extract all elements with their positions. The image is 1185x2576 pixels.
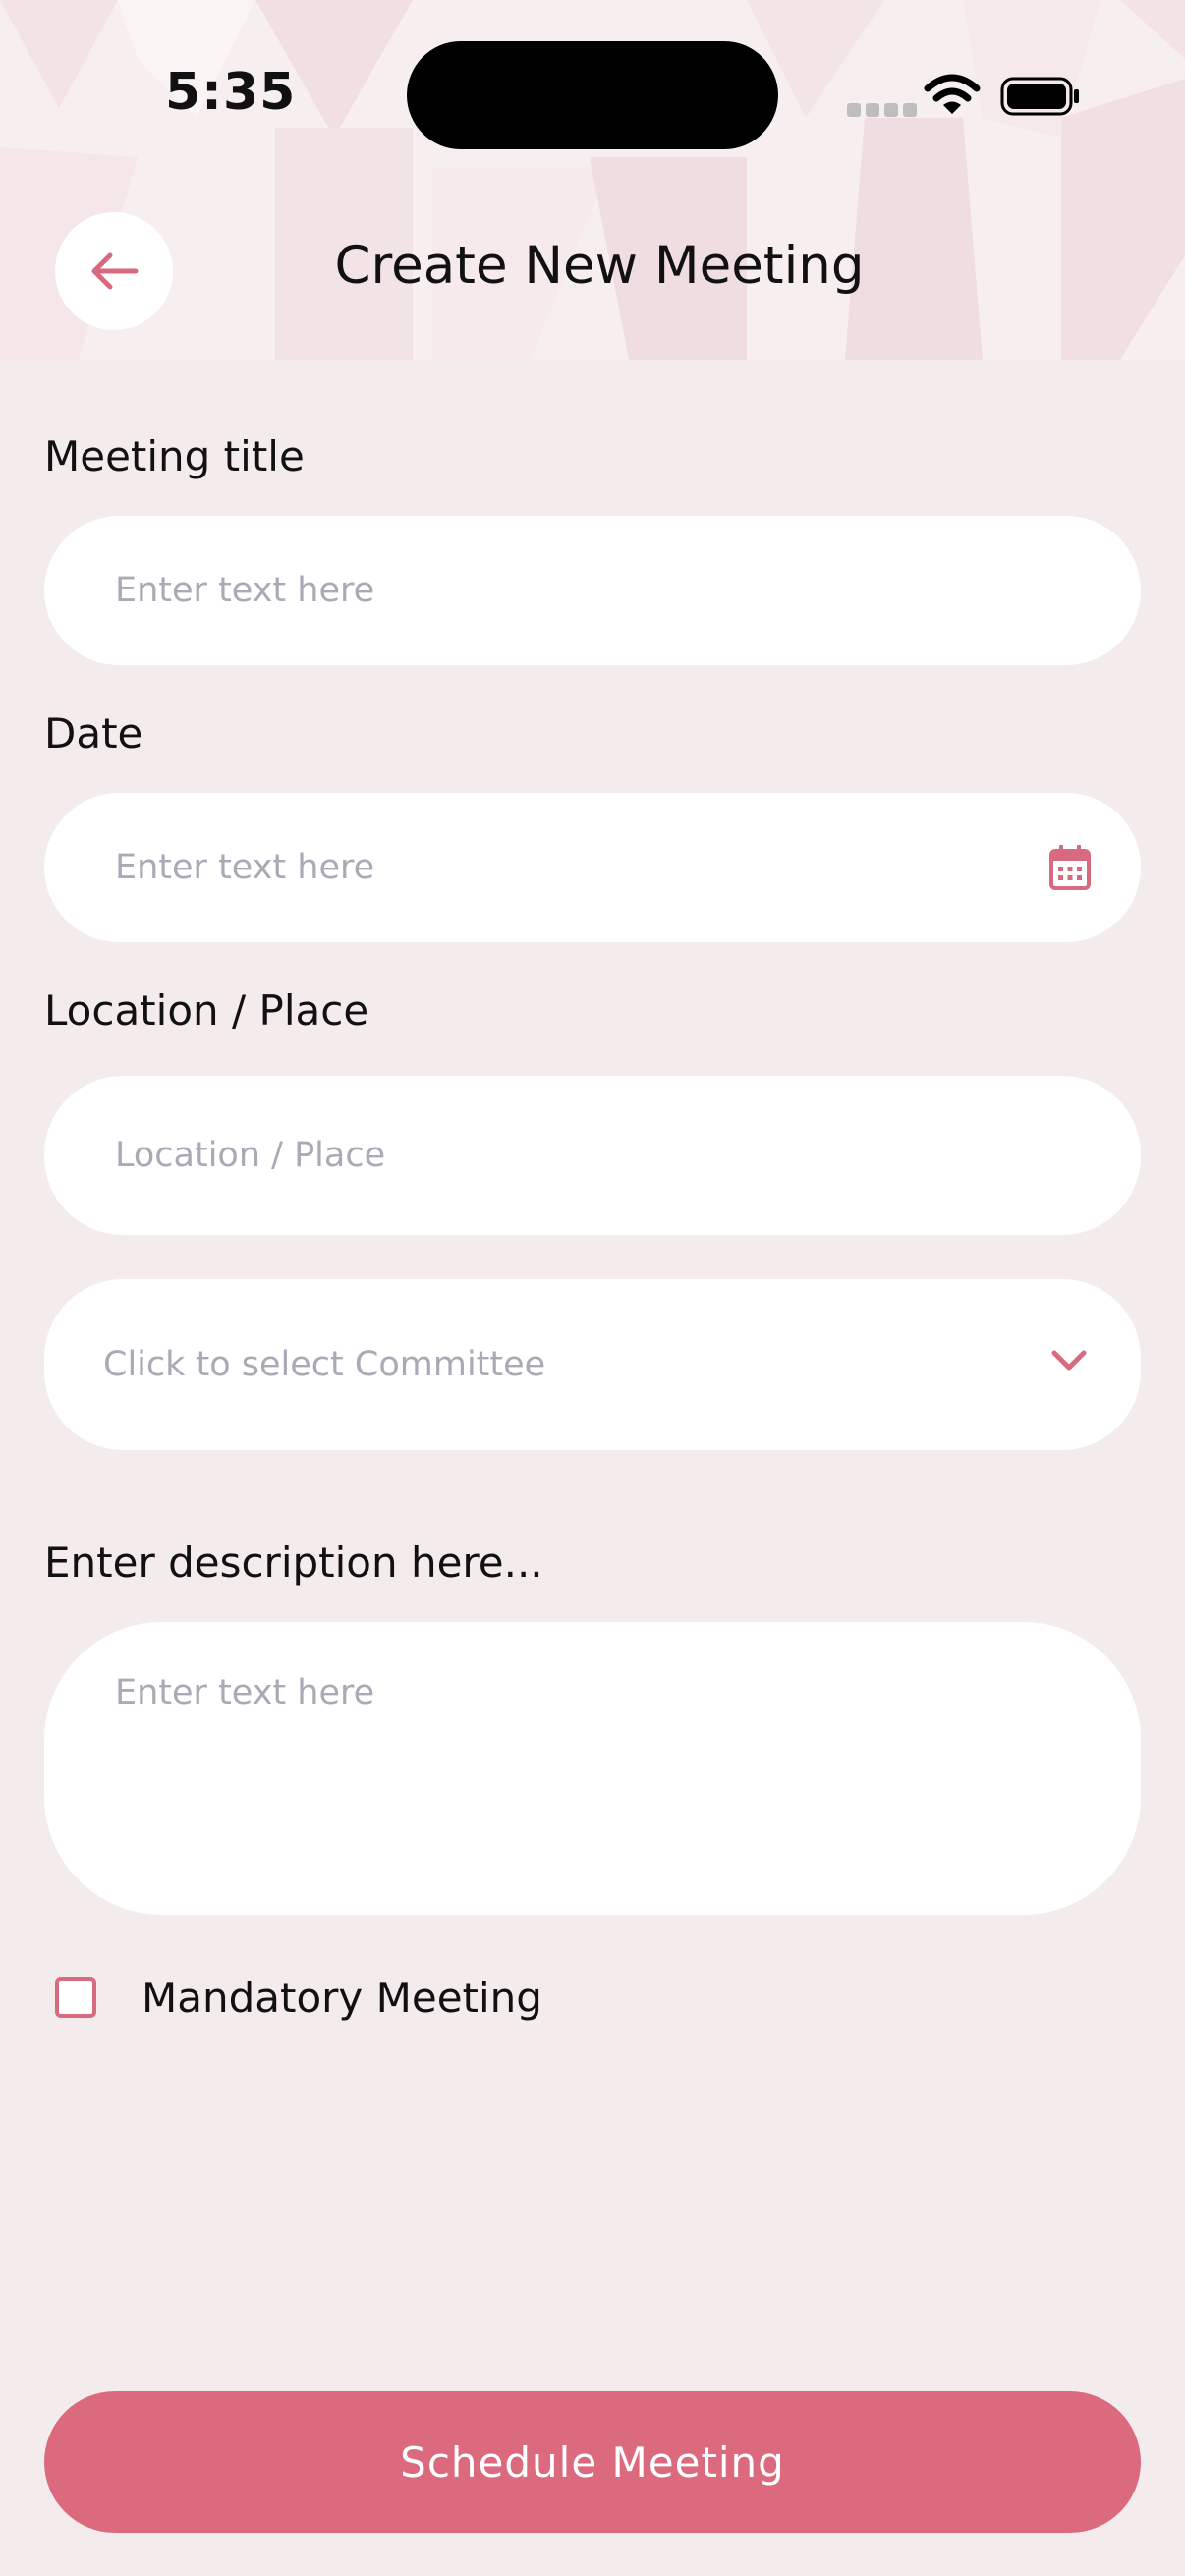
meeting-title-label: Meeting title bbox=[44, 432, 305, 480]
location-label: Location / Place bbox=[44, 986, 369, 1035]
meeting-title-field[interactable] bbox=[44, 516, 1141, 665]
meeting-title-input[interactable] bbox=[115, 516, 999, 665]
calendar-icon[interactable] bbox=[1048, 844, 1092, 891]
status-bar: 5:35 bbox=[0, 0, 1185, 196]
chevron-down-icon[interactable] bbox=[1050, 1348, 1088, 1373]
page-title: Create New Meeting bbox=[334, 236, 865, 296]
arrow-left-icon bbox=[91, 252, 139, 290]
date-input[interactable] bbox=[115, 793, 999, 942]
location-input[interactable] bbox=[115, 1076, 999, 1235]
mandatory-meeting-label: Mandatory Meeting bbox=[141, 1973, 542, 2022]
description-label: Enter description here... bbox=[44, 1539, 543, 1587]
dynamic-island bbox=[407, 41, 778, 149]
back-button[interactable] bbox=[55, 212, 173, 330]
location-field[interactable] bbox=[44, 1076, 1141, 1235]
cellular-signal-icon bbox=[847, 102, 922, 121]
description-textarea[interactable] bbox=[115, 1673, 1068, 1870]
mandatory-meeting-checkbox[interactable] bbox=[55, 1977, 96, 2018]
wifi-icon bbox=[924, 74, 981, 114]
schedule-meeting-button[interactable]: Schedule Meeting bbox=[44, 2391, 1141, 2533]
battery-icon bbox=[1000, 77, 1079, 116]
status-time: 5:35 bbox=[165, 63, 297, 122]
committee-select[interactable]: Click to select Committee bbox=[44, 1279, 1141, 1450]
committee-select-placeholder: Click to select Committee bbox=[103, 1345, 546, 1384]
date-field[interactable] bbox=[44, 793, 1141, 942]
description-field[interactable] bbox=[44, 1622, 1141, 1915]
date-label: Date bbox=[44, 709, 143, 757]
mandatory-meeting-row[interactable]: Mandatory Meeting bbox=[55, 1963, 542, 2032]
